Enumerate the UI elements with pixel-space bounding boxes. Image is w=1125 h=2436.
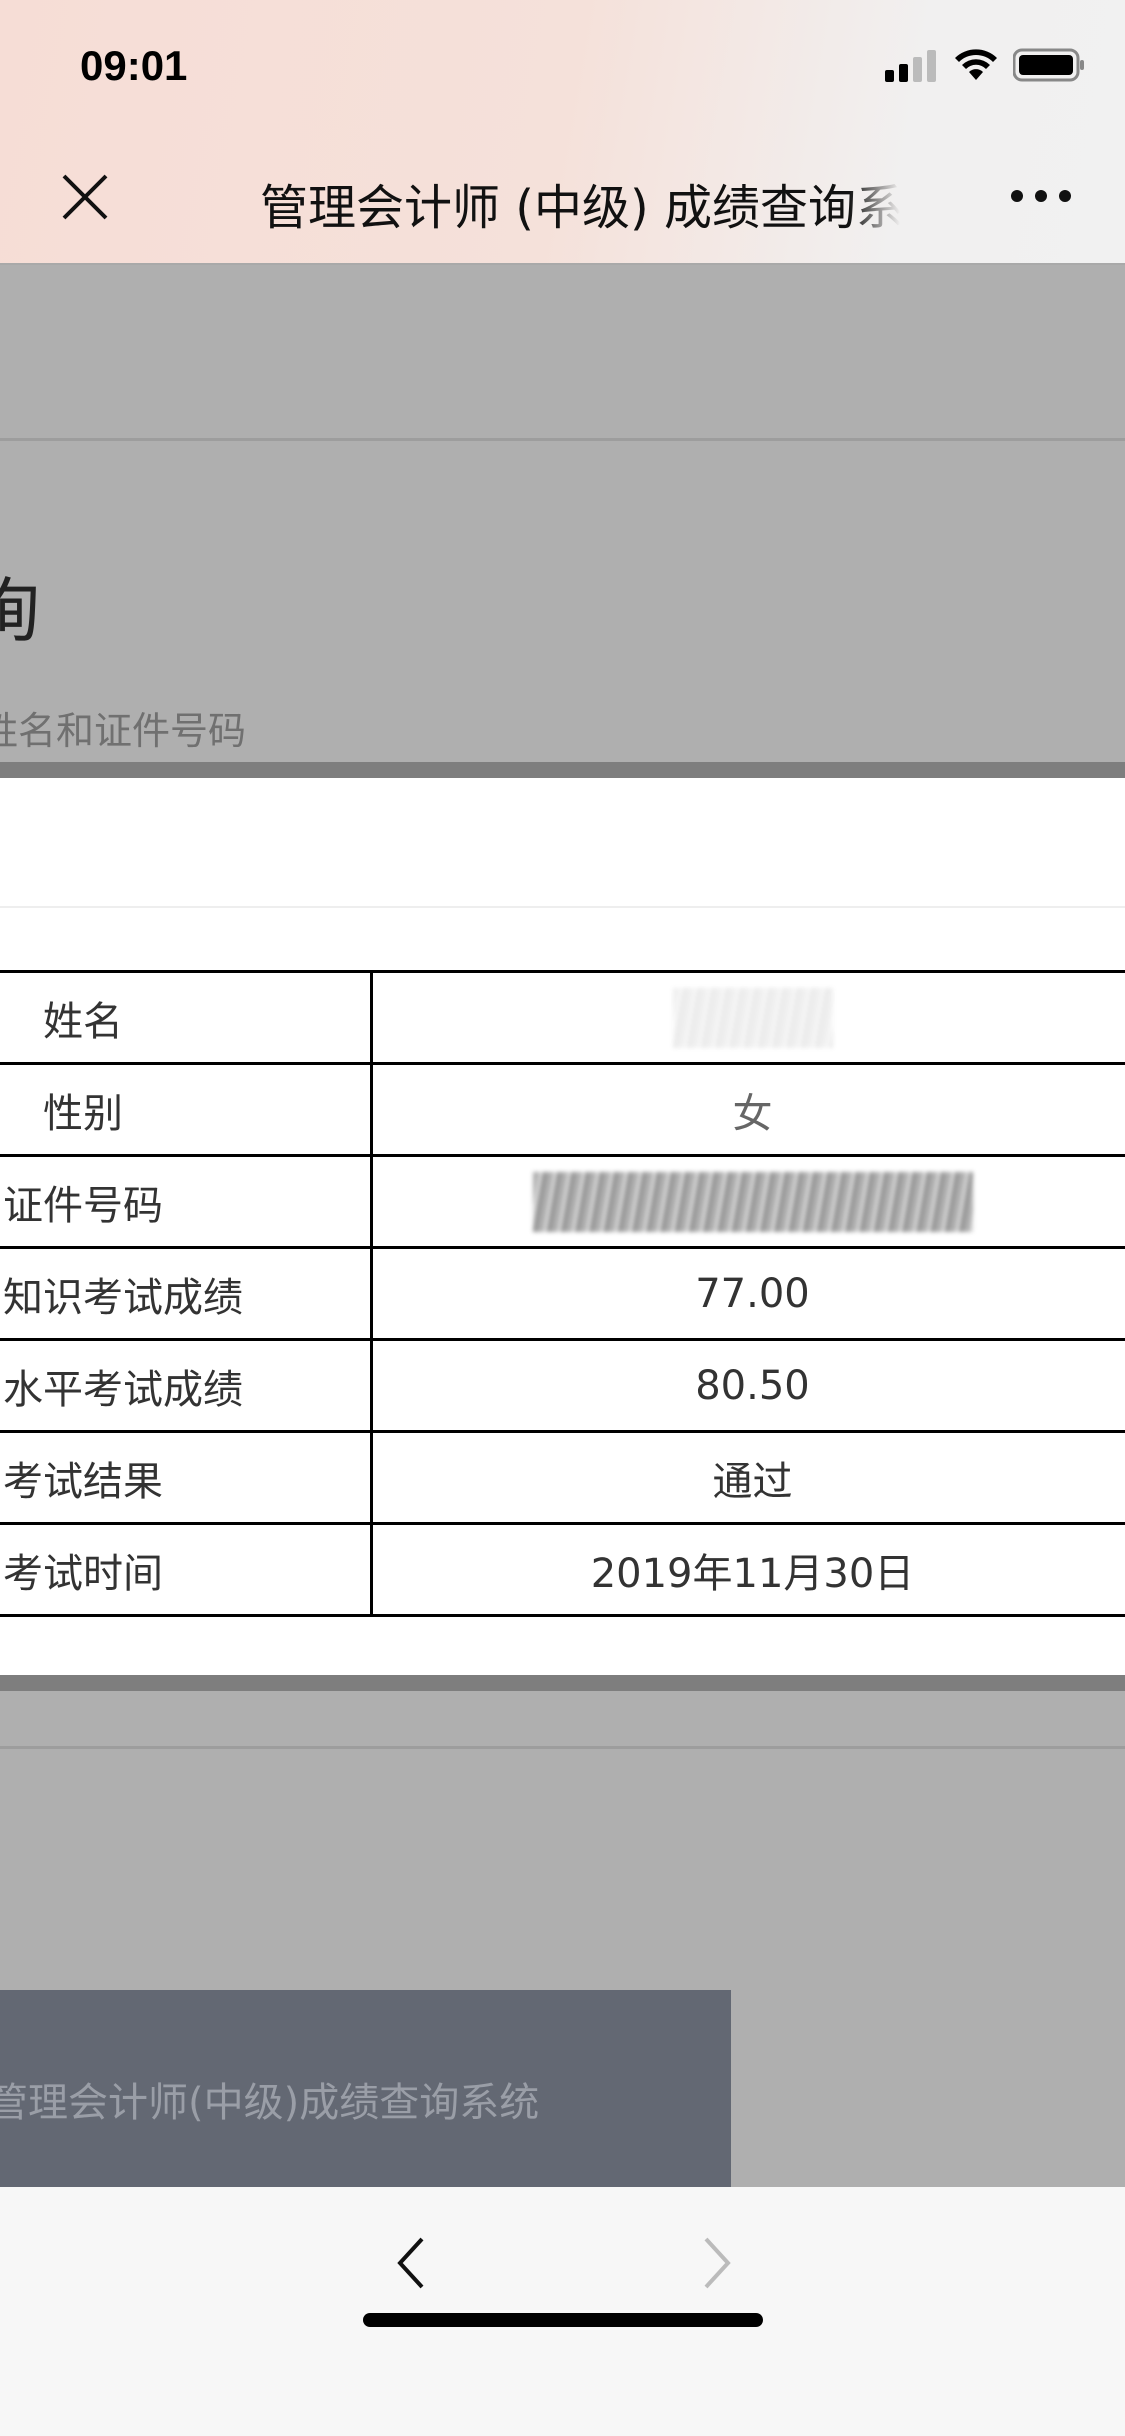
page-subtitle: 姓名和证件号码 <box>0 709 247 753</box>
row-value: 通过 <box>370 1430 1125 1525</box>
row-label: 证件号码 <box>0 1154 373 1249</box>
table-row: 考试时间 2019年11月30日 <box>0 1522 1125 1617</box>
divider <box>0 762 1125 778</box>
row-label: 考试结果 <box>0 1430 373 1525</box>
redacted-value <box>370 1154 1125 1249</box>
table-row: 性别女 <box>0 1062 1125 1157</box>
table-row: 证件号码 <box>0 1154 1125 1249</box>
divider <box>0 1675 1125 1691</box>
table-row: 考试结果 通过 <box>0 1430 1125 1525</box>
chevron-left-icon[interactable] <box>392 2235 432 2291</box>
more-icon[interactable] <box>1011 190 1071 202</box>
wifi-icon <box>955 49 997 80</box>
cellular-signal-icon <box>885 50 936 82</box>
row-label: 水平考试成绩 <box>0 1338 373 1433</box>
row-label: 考试时间 <box>0 1522 373 1617</box>
footer-banner: 管理会计师(中级)成绩查询系统 <box>0 1990 731 2187</box>
row-value: 女 <box>370 1062 1125 1157</box>
table-row: 知识考试成绩 77.00 <box>0 1246 1125 1341</box>
home-indicator[interactable] <box>363 2313 763 2327</box>
top-bar: 09:01 管理会计师 (中级) 成绩查询系统 <box>0 0 1125 265</box>
row-value: 80.50 <box>370 1338 1125 1433</box>
browser-toolbar <box>0 2187 1125 2436</box>
battery-icon <box>1013 48 1084 82</box>
row-label: 姓名 <box>0 970 373 1065</box>
page-title: 管理会计师 (中级) 成绩查询系统 <box>260 180 900 236</box>
divider <box>0 1746 1125 1749</box>
redacted-value <box>370 970 1125 1065</box>
row-label: 性别 <box>0 1062 373 1157</box>
chevron-right-icon[interactable] <box>696 2235 736 2291</box>
row-value: 2019年11月30日 <box>370 1522 1125 1617</box>
page-heading: 询 <box>0 570 40 652</box>
footer-text: 管理会计师(中级)成绩查询系统 <box>0 2080 540 2126</box>
divider <box>0 438 1125 441</box>
status-icons <box>885 48 1085 82</box>
row-label: 知识考试成绩 <box>0 1246 373 1341</box>
divider <box>0 906 1125 908</box>
status-time: 09:01 <box>80 42 188 89</box>
close-icon[interactable] <box>58 170 112 224</box>
table-row: 姓名 <box>0 970 1125 1065</box>
row-value: 77.00 <box>370 1246 1125 1341</box>
table-row: 水平考试成绩 80.50 <box>0 1338 1125 1433</box>
score-table: 姓名 性别女 证件号码 知识考试成绩 77.00 水平考试成绩 80.50 考试结果… <box>0 970 1125 1617</box>
